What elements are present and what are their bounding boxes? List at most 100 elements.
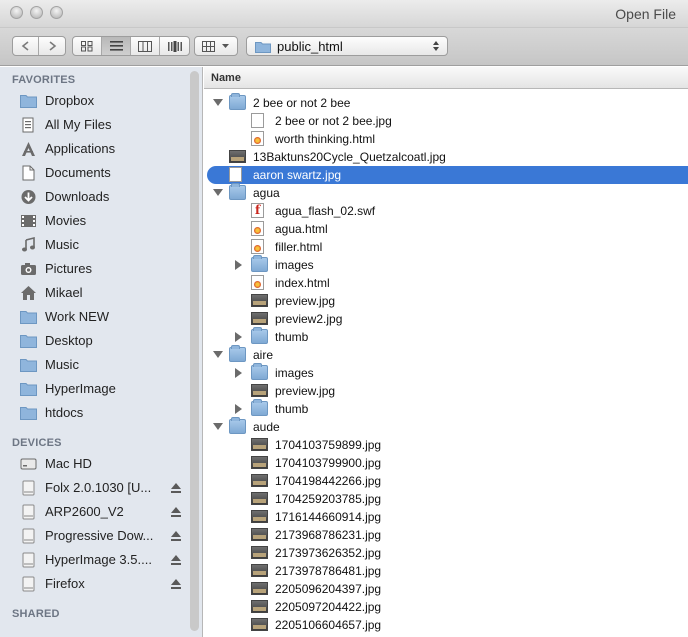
forward-button[interactable] xyxy=(39,37,65,55)
folder-row[interactable]: 2 bee or not 2 bee xyxy=(204,93,688,112)
sidebar-item-dropbox[interactable]: Dropbox xyxy=(0,89,190,113)
view-mode-control xyxy=(72,36,190,56)
sidebar-device-5[interactable]: Firefox xyxy=(0,572,190,596)
sidebar-item-downloads[interactable]: Downloads xyxy=(0,185,190,209)
file-row[interactable]: preview.jpg xyxy=(204,292,688,310)
sidebar-device-1[interactable]: Folx 2.0.1030 [U... xyxy=(0,476,190,500)
file-row[interactable]: preview.jpg xyxy=(204,382,688,400)
eject-icon[interactable] xyxy=(170,554,182,566)
row-label: 1716144660914.jpg xyxy=(275,510,382,524)
file-row[interactable]: 1704259203785.jpg xyxy=(204,490,688,508)
folder-row[interactable]: thumb xyxy=(204,327,688,346)
sidebar-item-hyperimage[interactable]: HyperImage xyxy=(0,377,190,401)
file-row[interactable]: preview2.jpg xyxy=(204,310,688,328)
eject-icon[interactable] xyxy=(170,578,182,590)
file-row[interactable]: 2173973626352.jpg xyxy=(204,544,688,562)
disclosure-closed-icon[interactable] xyxy=(235,260,242,270)
file-row[interactable]: 2 bee or not 2 bee.jpg xyxy=(204,112,688,130)
folder-row[interactable]: aude xyxy=(204,417,688,436)
file-row[interactable]: 2205106604657.jpg xyxy=(204,616,688,634)
sidebar-device-2[interactable]: ARP2600_V2 xyxy=(0,500,190,524)
sidebar-item-pictures[interactable]: Pictures xyxy=(0,257,190,281)
html-file-icon xyxy=(251,275,264,290)
image-file-icon xyxy=(251,312,268,325)
sidebar-item-applications[interactable]: Applications xyxy=(0,137,190,161)
folder-icon xyxy=(20,405,37,421)
disclosure-open-icon[interactable] xyxy=(213,189,223,196)
back-button[interactable] xyxy=(13,37,39,55)
document-icon xyxy=(229,167,242,182)
file-row[interactable]: 2205096204397.jpg xyxy=(204,580,688,598)
eject-icon[interactable] xyxy=(170,530,182,542)
column-view-button[interactable] xyxy=(131,37,160,55)
sidebar-device-label: Progressive Dow... xyxy=(45,528,154,543)
sidebar-item-label: Music xyxy=(45,357,79,372)
sidebar-item-documents[interactable]: Documents xyxy=(0,161,190,185)
file-row[interactable]: 2173968786231.jpg xyxy=(204,526,688,544)
sidebar-device-4[interactable]: HyperImage 3.5.... xyxy=(0,548,190,572)
applications-icon xyxy=(20,141,37,157)
folder-row[interactable]: images xyxy=(204,363,688,382)
cover-flow-view-button[interactable] xyxy=(160,37,189,55)
file-row[interactable]: 1704198442266.jpg xyxy=(204,472,688,490)
file-row[interactable]: 2173978786481.jpg xyxy=(204,562,688,580)
file-row[interactable]: agua_flash_02.swf xyxy=(204,202,688,220)
row-label: filler.html xyxy=(275,240,323,254)
sidebar-item-movies[interactable]: Movies xyxy=(0,209,190,233)
disclosure-closed-icon[interactable] xyxy=(235,368,242,378)
file-row[interactable]: 1704103759899.jpg xyxy=(204,436,688,454)
sidebar-device-3[interactable]: Progressive Dow... xyxy=(0,524,190,548)
list-view-button[interactable] xyxy=(102,37,131,55)
row-label: aire xyxy=(253,348,274,362)
sidebar-item-music[interactable]: Music xyxy=(0,233,190,257)
file-row[interactable]: index.html xyxy=(204,274,688,292)
folder-icon xyxy=(251,327,268,344)
sidebar-item-work-new[interactable]: Work NEW xyxy=(0,305,190,329)
sidebar-item-label: Downloads xyxy=(45,189,110,204)
file-row[interactable]: 1716144660914.jpg xyxy=(204,508,688,526)
folder-row[interactable]: thumb xyxy=(204,399,688,418)
row-label: aaron swartz.jpg xyxy=(253,168,342,182)
sidebar-item-label: All My Files xyxy=(45,117,112,132)
row-label: 2205096204397.jpg xyxy=(275,582,382,596)
row-label: 1704103799900.jpg xyxy=(275,456,382,470)
sidebar-item-music[interactable]: Music xyxy=(0,353,190,377)
file-row[interactable]: 1704103799900.jpg xyxy=(204,454,688,472)
disclosure-closed-icon[interactable] xyxy=(235,404,242,414)
folder-row[interactable]: aire xyxy=(204,345,688,364)
eject-icon[interactable] xyxy=(170,506,182,518)
folder-row[interactable]: agua xyxy=(204,183,688,202)
toolbar: public_html xyxy=(0,28,688,66)
file-row[interactable]: worth thinking.html xyxy=(204,130,688,148)
sidebar-item-mikael[interactable]: Mikael xyxy=(0,281,190,305)
image-file-icon xyxy=(251,384,268,397)
file-row[interactable]: 2205097204422.jpg xyxy=(204,598,688,616)
file-row[interactable]: 13Baktuns20Cycle_Quetzalcoatl.jpg xyxy=(204,148,688,166)
sidebar-scrollbar[interactable] xyxy=(190,71,199,631)
folder-row[interactable]: images xyxy=(204,255,688,274)
sidebar-item-htdocs[interactable]: htdocs xyxy=(0,401,190,425)
arrange-menu-button[interactable] xyxy=(194,36,238,56)
eject-icon[interactable] xyxy=(170,482,182,494)
title-bar: Open File xyxy=(0,0,688,28)
row-label: preview2.jpg xyxy=(275,312,343,326)
name-column-header[interactable]: Name xyxy=(204,67,688,89)
icon-view-button[interactable] xyxy=(73,37,102,55)
folder-icon xyxy=(20,93,37,109)
folder-icon xyxy=(229,417,246,434)
row-label: 1704259203785.jpg xyxy=(275,492,382,506)
column-view-icon xyxy=(138,40,152,52)
file-row[interactable]: agua.html xyxy=(204,220,688,238)
disclosure-open-icon[interactable] xyxy=(213,99,223,106)
sidebar-device-0[interactable]: Mac HD xyxy=(0,452,190,476)
row-label: images xyxy=(275,366,314,380)
location-popup[interactable]: public_html xyxy=(246,36,448,56)
sidebar-item-desktop[interactable]: Desktop xyxy=(0,329,190,353)
disclosure-open-icon[interactable] xyxy=(213,351,223,358)
sidebar-item-all-my-files[interactable]: All My Files xyxy=(0,113,190,137)
file-row[interactable]: filler.html xyxy=(204,238,688,256)
disclosure-closed-icon[interactable] xyxy=(235,332,242,342)
disclosure-open-icon[interactable] xyxy=(213,423,223,430)
row-label: agua xyxy=(253,186,280,200)
file-row[interactable]: aaron swartz.jpg xyxy=(207,166,688,184)
